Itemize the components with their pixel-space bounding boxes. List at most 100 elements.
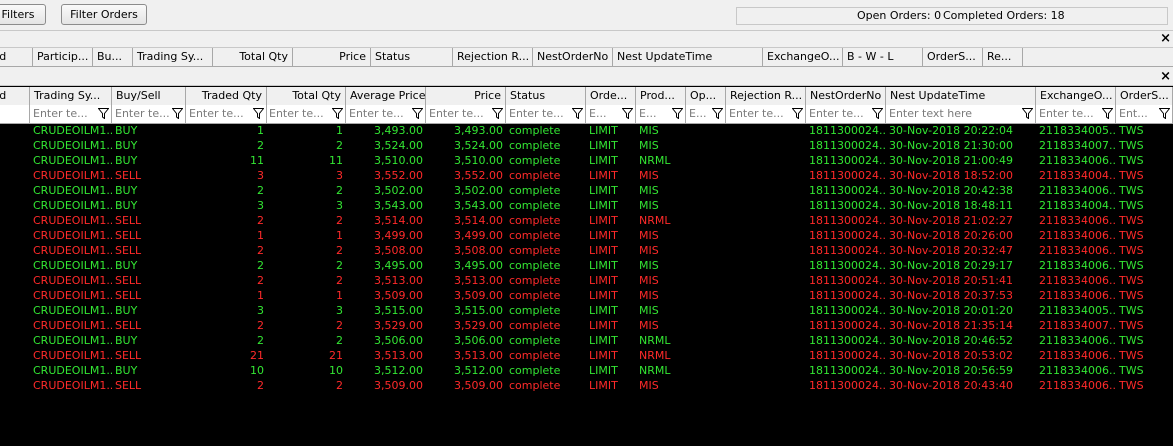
filter-funnel-icon[interactable]	[411, 108, 424, 120]
filter-funnel-icon[interactable]	[331, 108, 344, 120]
filter-input[interactable]: Enter te...	[269, 107, 324, 120]
filter-cell[interactable]: Ent...	[1116, 105, 1173, 123]
filter-cell[interactable]: Enter te...	[726, 105, 806, 123]
table-row[interactable]: CRUDEOILM1... BUY 10 10 3,512.00 3,512.00 comp…	[0, 363, 1173, 378]
filter-cell[interactable]: Enter text here	[886, 105, 1036, 123]
filter-input[interactable]: Enter te...	[809, 107, 864, 120]
table-row[interactable]: CRUDEOILM1... SELL 2 2 3,514.00 3,514.00 compl…	[0, 213, 1173, 228]
column-header[interactable]: Re...	[983, 48, 1023, 66]
column-header[interactable]: Buy/Sell	[112, 87, 186, 105]
table-row[interactable]: CRUDEOILM1... SELL 21 21 3,513.00 3,513.00 com…	[0, 348, 1173, 363]
filter-input[interactable]: E...	[689, 107, 706, 120]
filter-funnel-icon[interactable]	[97, 108, 110, 120]
close-icon[interactable]: ×	[1160, 31, 1171, 46]
column-header[interactable]: Traded Qty	[186, 87, 267, 105]
filter-cell[interactable]: Enter te...	[806, 105, 886, 123]
filter-funnel-icon[interactable]	[1101, 108, 1114, 120]
column-header[interactable]: Id	[0, 48, 33, 66]
filter-orders-button[interactable]: Filter Orders	[61, 4, 147, 25]
column-header[interactable]: Total Qty	[213, 48, 293, 66]
filter-funnel-icon[interactable]	[171, 108, 184, 120]
filter-funnel-icon[interactable]	[711, 108, 724, 120]
filter-funnel-icon[interactable]	[571, 108, 584, 120]
filter-cell[interactable]: E...	[586, 105, 636, 123]
column-header[interactable]: Id	[0, 87, 30, 105]
table-row[interactable]: CRUDEOILM1... BUY 3 3 3,543.00 3,543.00 comple…	[0, 198, 1173, 213]
column-header[interactable]: Orde...	[586, 87, 636, 105]
filter-input[interactable]: Enter te...	[729, 107, 784, 120]
filter-input[interactable]: E...	[639, 107, 656, 120]
column-header[interactable]: OrderS...	[923, 48, 983, 66]
close-icon[interactable]: ×	[1160, 69, 1171, 84]
column-header[interactable]: NestOrderNo	[806, 87, 886, 105]
column-header[interactable]: Trading Sy...	[30, 87, 112, 105]
filter-cell[interactable]: Enter te...	[266, 105, 346, 123]
column-header[interactable]: Rejection R...	[453, 48, 533, 66]
column-header[interactable]: Average Price	[346, 87, 426, 105]
filters-button[interactable]: Filters	[0, 4, 46, 25]
table-row[interactable]: CRUDEOILM1... BUY 11 11 3,510.00 3,510.00 comp…	[0, 153, 1173, 168]
table-row[interactable]: CRUDEOILM1... BUY 2 2 3,502.00 3,502.00 comple…	[0, 183, 1173, 198]
table-row[interactable]: CRUDEOILM1... SELL 3 3 3,552.00 3,552.00 compl…	[0, 168, 1173, 183]
filter-funnel-icon[interactable]	[252, 108, 265, 120]
filter-cell[interactable]: E...	[636, 105, 686, 123]
table-cell-status: complete	[509, 334, 561, 347]
table-row[interactable]: CRUDEOILM1... SELL 2 2 3,509.00 3,509.00 compl…	[0, 378, 1173, 393]
filter-input[interactable]: Ent...	[1119, 107, 1148, 120]
filter-cell[interactable]: Enter te...	[112, 105, 186, 123]
filter-input[interactable]: Enter te...	[115, 107, 170, 120]
table-row[interactable]: CRUDEOILM1... SELL 1 1 3,499.00 3,499.00 compl…	[0, 228, 1173, 243]
column-header[interactable]: Price	[293, 48, 371, 66]
column-header[interactable]: Particip...	[33, 48, 93, 66]
filter-input[interactable]: Enter text here	[889, 107, 972, 120]
column-header[interactable]: NestOrderNo	[533, 48, 613, 66]
filter-input[interactable]: Enter te...	[429, 107, 484, 120]
filter-funnel-icon[interactable]	[621, 108, 634, 120]
table-row[interactable]: CRUDEOILM1... SELL 2 2 3,529.00 3,529.00 compl…	[0, 318, 1173, 333]
column-header[interactable]: Status	[371, 48, 453, 66]
filter-input[interactable]: E...	[589, 107, 606, 120]
column-header[interactable]: Status	[506, 87, 586, 105]
table-cell-status: complete	[509, 304, 561, 317]
filter-cell[interactable]: E...	[686, 105, 726, 123]
filter-cell[interactable]	[0, 105, 30, 123]
filter-cell[interactable]: Enter te...	[426, 105, 506, 123]
column-header[interactable]: Prod...	[636, 87, 686, 105]
column-header[interactable]: Nest UpdateTime	[886, 87, 1036, 105]
filter-input[interactable]: Enter te...	[189, 107, 244, 120]
filter-cell[interactable]: Enter te...	[1036, 105, 1116, 123]
filter-funnel-icon[interactable]	[791, 108, 804, 120]
column-header[interactable]: Price	[426, 87, 506, 105]
table-row[interactable]: CRUDEOILM1... BUY 3 3 3,515.00 3,515.00 comple…	[0, 303, 1173, 318]
column-header[interactable]: Trading Sy...	[133, 48, 213, 66]
filter-input[interactable]: Enter te...	[33, 107, 88, 120]
filter-cell[interactable]: Enter te...	[506, 105, 586, 123]
table-row[interactable]: CRUDEOILM1... BUY 1 1 3,493.00 3,493.00 comple…	[0, 123, 1173, 138]
column-header[interactable]: Op...	[686, 87, 726, 105]
column-header[interactable]: Nest UpdateTime	[613, 48, 763, 66]
column-header[interactable]: ExchangeO...	[763, 48, 843, 66]
filter-input[interactable]: Enter te...	[509, 107, 564, 120]
column-header[interactable]: B - W - L	[843, 48, 923, 66]
column-header[interactable]: ExchangeO...	[1036, 87, 1116, 105]
filter-funnel-icon[interactable]	[491, 108, 504, 120]
filter-cell[interactable]: Enter te...	[30, 105, 112, 123]
table-row[interactable]: CRUDEOILM1... SELL 2 2 3,513.00 3,513.00 compl…	[0, 273, 1173, 288]
column-header[interactable]: Total Qty	[266, 87, 346, 105]
column-header[interactable]: OrderS...	[1116, 87, 1173, 105]
filter-funnel-icon[interactable]	[871, 108, 884, 120]
column-header[interactable]: Rejection R...	[726, 87, 806, 105]
table-row[interactable]: CRUDEOILM1... SELL 1 1 3,509.00 3,509.00 compl…	[0, 288, 1173, 303]
filter-funnel-icon[interactable]	[1021, 108, 1034, 120]
filter-input[interactable]: Enter te...	[349, 107, 404, 120]
column-header[interactable]: Bu...	[93, 48, 133, 66]
table-row[interactable]: CRUDEOILM1... SELL 2 2 3,508.00 3,508.00 compl…	[0, 243, 1173, 258]
table-row[interactable]: CRUDEOILM1... BUY 2 2 3,524.00 3,524.00 comple…	[0, 138, 1173, 153]
table-row[interactable]: CRUDEOILM1... BUY 2 2 3,506.00 3,506.00 comple…	[0, 333, 1173, 348]
filter-input[interactable]: Enter te...	[1039, 107, 1094, 120]
filter-funnel-icon[interactable]	[671, 108, 684, 120]
filter-cell[interactable]: Enter te...	[346, 105, 426, 123]
table-row[interactable]: CRUDEOILM1... BUY 2 2 3,495.00 3,495.00 comple…	[0, 258, 1173, 273]
filter-funnel-icon[interactable]	[1158, 108, 1171, 120]
filter-cell[interactable]: Enter te...	[186, 105, 267, 123]
